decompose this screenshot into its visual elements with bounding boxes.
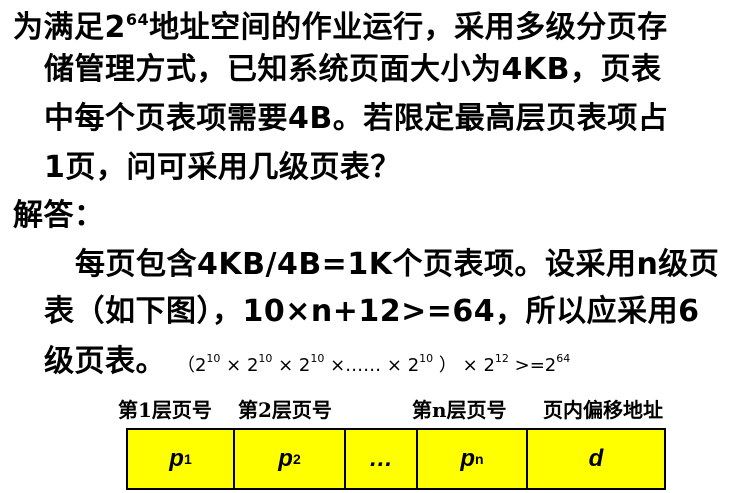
label-level-2: 第2层页号	[238, 398, 332, 422]
cell-p2: p2	[235, 430, 346, 488]
question-line-1: 为满足264地址空间的作业运行，采用多级分页存	[13, 2, 668, 46]
answer-text: 级页表。	[44, 344, 166, 379]
answer-line-3: 级页表。 （210 × 210 × 210 ×…… × 210 ） × 212 …	[44, 341, 570, 384]
question-line-2: 储管理方式，已知系统页面大小为4KB，页表	[44, 52, 662, 87]
address-format-table: p1 p2 … pn d	[126, 428, 666, 490]
label-offset: 页内偏移地址	[543, 398, 663, 422]
exponent: 64	[125, 10, 150, 29]
answer-heading: 解答：	[13, 198, 105, 233]
question-text: 地址空间的作业运行，采用多级分页存	[149, 10, 668, 45]
formula: （210 × 210 × 210 ×…… × 210 ） × 212 >=264	[176, 352, 571, 376]
answer-line-1: 每页包含4KB/4B=1K个页表项。设采用n级页	[75, 247, 720, 282]
cell-d: d	[588, 445, 604, 472]
cell-p1: p1	[128, 430, 235, 488]
cell-ellipsis: …	[346, 430, 418, 488]
cell-pn: pn	[418, 430, 528, 488]
label-level-1: 第1层页号	[118, 398, 212, 422]
answer-line-2: 表（如下图），10×n+12>=64，所以应采用6	[44, 294, 700, 329]
question-text: 为满足2	[13, 10, 126, 45]
label-level-n: 第n层页号	[412, 398, 507, 422]
question-line-4: 1页，问可采用几级页表？	[44, 150, 401, 185]
question-line-3: 中每个页表项需要4B。若限定最高层页表项占	[44, 101, 669, 136]
